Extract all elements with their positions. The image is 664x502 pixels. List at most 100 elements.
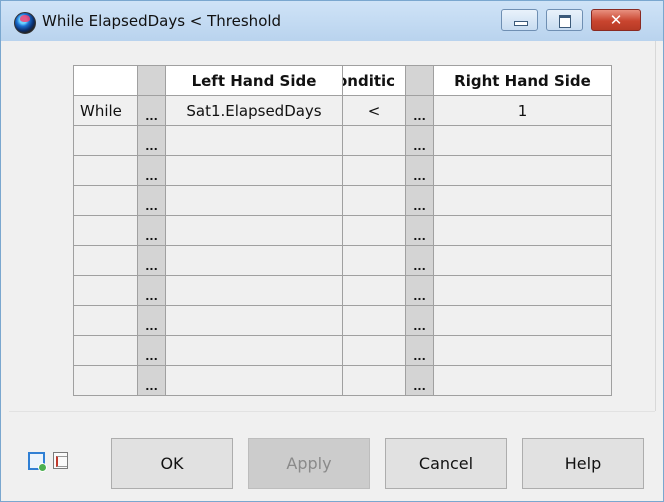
rhs-cell[interactable] (433, 185, 612, 216)
close-button[interactable]: ✕ (591, 9, 641, 31)
close-icon: ✕ (609, 11, 623, 29)
lhs-ellipsis-button[interactable]: ... (137, 245, 166, 276)
ellipsis-label: ... (145, 260, 158, 273)
ellipsis-label: ... (413, 170, 426, 183)
grid-row: While... Sat1.ElapsedDays <... 1 (73, 95, 612, 126)
condition-cell[interactable] (342, 245, 406, 276)
condition-grid: Left Hand Side onditic Right Hand Side W… (73, 65, 612, 396)
rhs-ellipsis-button[interactable]: ... (405, 335, 434, 366)
ok-button[interactable]: OK (111, 438, 233, 489)
row-label-cell (73, 305, 138, 336)
header-left-hand-side[interactable]: Left Hand Side (165, 65, 343, 96)
ellipsis-label: ... (145, 200, 158, 213)
lhs-cell[interactable] (165, 155, 343, 186)
lhs-ellipsis-button[interactable]: ... (137, 305, 166, 336)
rhs-cell[interactable] (433, 305, 612, 336)
lhs-ellipsis-button[interactable]: ... (137, 95, 166, 126)
command-summary-icon[interactable] (53, 452, 68, 469)
lhs-cell[interactable] (165, 185, 343, 216)
lhs-cell[interactable] (165, 335, 343, 366)
app-globe-icon (14, 12, 36, 34)
rhs-cell[interactable]: 1 (433, 95, 612, 126)
rhs-ellipsis-button[interactable]: ... (405, 245, 434, 276)
lhs-ellipsis-button[interactable]: ... (137, 215, 166, 246)
rhs-ellipsis-button[interactable]: ... (405, 95, 434, 126)
maximize-button[interactable] (546, 9, 583, 31)
rhs-cell[interactable] (433, 125, 612, 156)
title-bar[interactable]: While ElapsedDays < Threshold ✕ (1, 1, 663, 41)
lhs-cell[interactable] (165, 215, 343, 246)
lhs-cell[interactable] (165, 275, 343, 306)
grid-row: ...... (73, 275, 612, 306)
lhs-cell[interactable] (165, 365, 343, 396)
lhs-cell[interactable] (165, 245, 343, 276)
row-label-cell (73, 215, 138, 246)
dialog-window: While ElapsedDays < Threshold ✕ Left Han… (0, 0, 664, 502)
grid-row: ...... (73, 245, 612, 276)
lhs-ellipsis-button[interactable]: ... (137, 365, 166, 396)
help-button[interactable]: Help (522, 438, 644, 489)
ellipsis-label: ... (145, 140, 158, 153)
cancel-button[interactable]: Cancel (385, 438, 507, 489)
rhs-ellipsis-button[interactable]: ... (405, 365, 434, 396)
condition-cell[interactable]: < (342, 95, 406, 126)
ellipsis-label: ... (145, 350, 158, 363)
ellipsis-label: ... (145, 290, 158, 303)
script-editor-icon[interactable] (28, 452, 47, 472)
ellipsis-label: ... (413, 260, 426, 273)
lhs-cell[interactable] (165, 125, 343, 156)
grid-header-row: Left Hand Side onditic Right Hand Side (73, 65, 612, 96)
rhs-ellipsis-button[interactable]: ... (405, 185, 434, 216)
rhs-ellipsis-button[interactable]: ... (405, 305, 434, 336)
ellipsis-label: ... (145, 230, 158, 243)
window-title: While ElapsedDays < Threshold (42, 12, 282, 30)
footer-separator (9, 411, 655, 412)
header-condition[interactable]: onditic (342, 65, 406, 96)
row-label-cell (73, 125, 138, 156)
condition-cell[interactable] (342, 275, 406, 306)
rhs-ellipsis-button[interactable]: ... (405, 155, 434, 186)
rhs-cell[interactable] (433, 155, 612, 186)
lhs-ellipsis-button[interactable]: ... (137, 335, 166, 366)
condition-cell[interactable] (342, 215, 406, 246)
rhs-ellipsis-button[interactable]: ... (405, 215, 434, 246)
ellipsis-label: ... (413, 200, 426, 213)
ellipsis-label: ... (145, 320, 158, 333)
rhs-ellipsis-button[interactable]: ... (405, 125, 434, 156)
lhs-ellipsis-button[interactable]: ... (137, 185, 166, 216)
grid-row: ...... (73, 155, 612, 186)
minimize-icon (514, 21, 528, 26)
condition-cell[interactable] (342, 155, 406, 186)
lhs-ellipsis-button[interactable]: ... (137, 275, 166, 306)
minimize-button[interactable] (501, 9, 538, 31)
header-label (73, 65, 138, 96)
rhs-cell[interactable] (433, 275, 612, 306)
condition-cell[interactable] (342, 305, 406, 336)
lhs-ellipsis-button[interactable]: ... (137, 125, 166, 156)
rhs-cell[interactable] (433, 335, 612, 366)
grid-row: ...... (73, 215, 612, 246)
grid-row: ...... (73, 185, 612, 216)
condition-cell[interactable] (342, 335, 406, 366)
header-right-hand-side[interactable]: Right Hand Side (433, 65, 612, 96)
ellipsis-label: ... (413, 380, 426, 393)
rhs-cell[interactable] (433, 245, 612, 276)
ellipsis-label: ... (413, 230, 426, 243)
ellipsis-label: ... (413, 350, 426, 363)
ellipsis-label: ... (413, 110, 426, 123)
row-label-cell (73, 275, 138, 306)
apply-button[interactable]: Apply (248, 438, 370, 489)
rhs-ellipsis-button[interactable]: ... (405, 275, 434, 306)
ellipsis-label: ... (413, 140, 426, 153)
condition-cell[interactable] (342, 185, 406, 216)
ellipsis-label: ... (145, 170, 158, 183)
condition-cell[interactable] (342, 365, 406, 396)
lhs-ellipsis-button[interactable]: ... (137, 155, 166, 186)
lhs-cell[interactable]: Sat1.ElapsedDays (165, 95, 343, 126)
rhs-cell[interactable] (433, 365, 612, 396)
condition-cell[interactable] (342, 125, 406, 156)
ellipsis-label: ... (413, 290, 426, 303)
rhs-cell[interactable] (433, 215, 612, 246)
grid-row: ...... (73, 125, 612, 156)
lhs-cell[interactable] (165, 305, 343, 336)
